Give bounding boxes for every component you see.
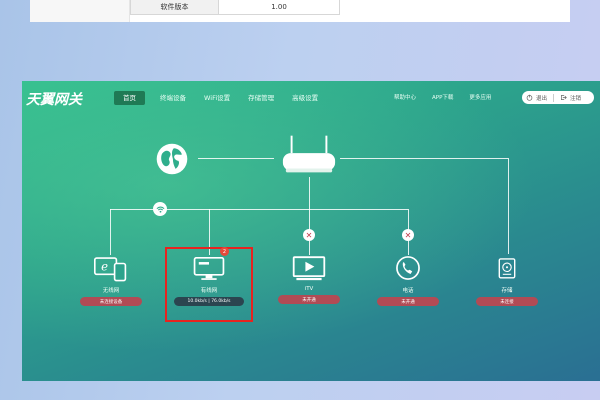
nav-home[interactable]: 首页 [114,91,145,105]
info-row-software-version: 软件版本 1.00 [130,0,340,15]
nav-terminal-devices[interactable]: 终端设备 [151,91,195,105]
phone-close-icon: ✕ [402,229,414,241]
signout-label[interactable]: 注销 [570,94,581,102]
device-storage-label: 存储 [501,288,513,294]
line-router-right [340,158,508,159]
device-itv-status: 未开通 [278,295,340,304]
device-itv-label: iTV [304,286,314,292]
info-panel: 软件版本 1.00 [30,0,570,22]
phone-icon [396,256,420,280]
router-admin-screen: 天翼网关 首页 终端设备 WiFi设置 存储管理 高级设置 帮助中心 APP下载… [22,81,600,381]
nav-wifi-settings[interactable]: WiFi设置 [195,91,239,105]
logout-label[interactable]: 退出 [536,94,547,102]
link-app-download[interactable]: APP下载 [432,93,453,101]
device-wireless-label: 无线网 [102,288,120,294]
globe-icon[interactable] [154,141,190,177]
power-icon[interactable] [526,94,533,101]
device-storage[interactable]: 存储 未连接 [476,253,538,306]
line-globe-router [198,158,274,159]
router-icon[interactable] [280,133,338,177]
line-router-down [309,177,310,255]
device-phone[interactable]: 电话 未开通 [377,253,439,306]
ie-phone-icon: e [93,257,127,282]
selection-highlight [165,247,253,322]
main-nav: 首页 终端设备 WiFi设置 存储管理 高级设置 [114,91,327,105]
device-storage-status: 未连接 [476,297,538,306]
device-phone-label: 电话 [402,288,414,294]
device-wireless[interactable]: e 无线网 未连接设备 [78,253,144,306]
alert-count-badge: 2 [220,247,229,256]
info-row-key: 软件版本 [131,0,219,14]
top-links: 帮助中心 APP下载 更多应用 [394,93,491,101]
device-phone-status: 未开通 [377,297,439,306]
device-wireless-status: 未连接设备 [80,297,142,306]
itv-close-icon: ✕ [303,229,315,241]
info-row-value: 1.00 [271,3,287,11]
link-more-apps[interactable]: 更多应用 [469,93,491,101]
pill-separator [553,93,555,102]
user-pill: 退出 注销 [522,91,594,104]
info-panel-left [30,0,130,22]
line-right-down [508,158,509,254]
app-logo[interactable]: 天翼网关 [26,89,82,109]
link-help[interactable]: 帮助中心 [394,93,416,101]
nav-storage[interactable]: 存储管理 [239,91,283,105]
device-itv[interactable]: iTV 未开通 [278,253,340,304]
storage-icon [498,258,516,279]
svg-text:e: e [101,260,108,274]
wifi-icon [153,202,167,216]
tv-play-icon [292,256,326,281]
nav-advanced[interactable]: 高级设置 [283,91,327,105]
logout-icon[interactable] [560,94,567,101]
line-wireless-down [110,209,111,255]
